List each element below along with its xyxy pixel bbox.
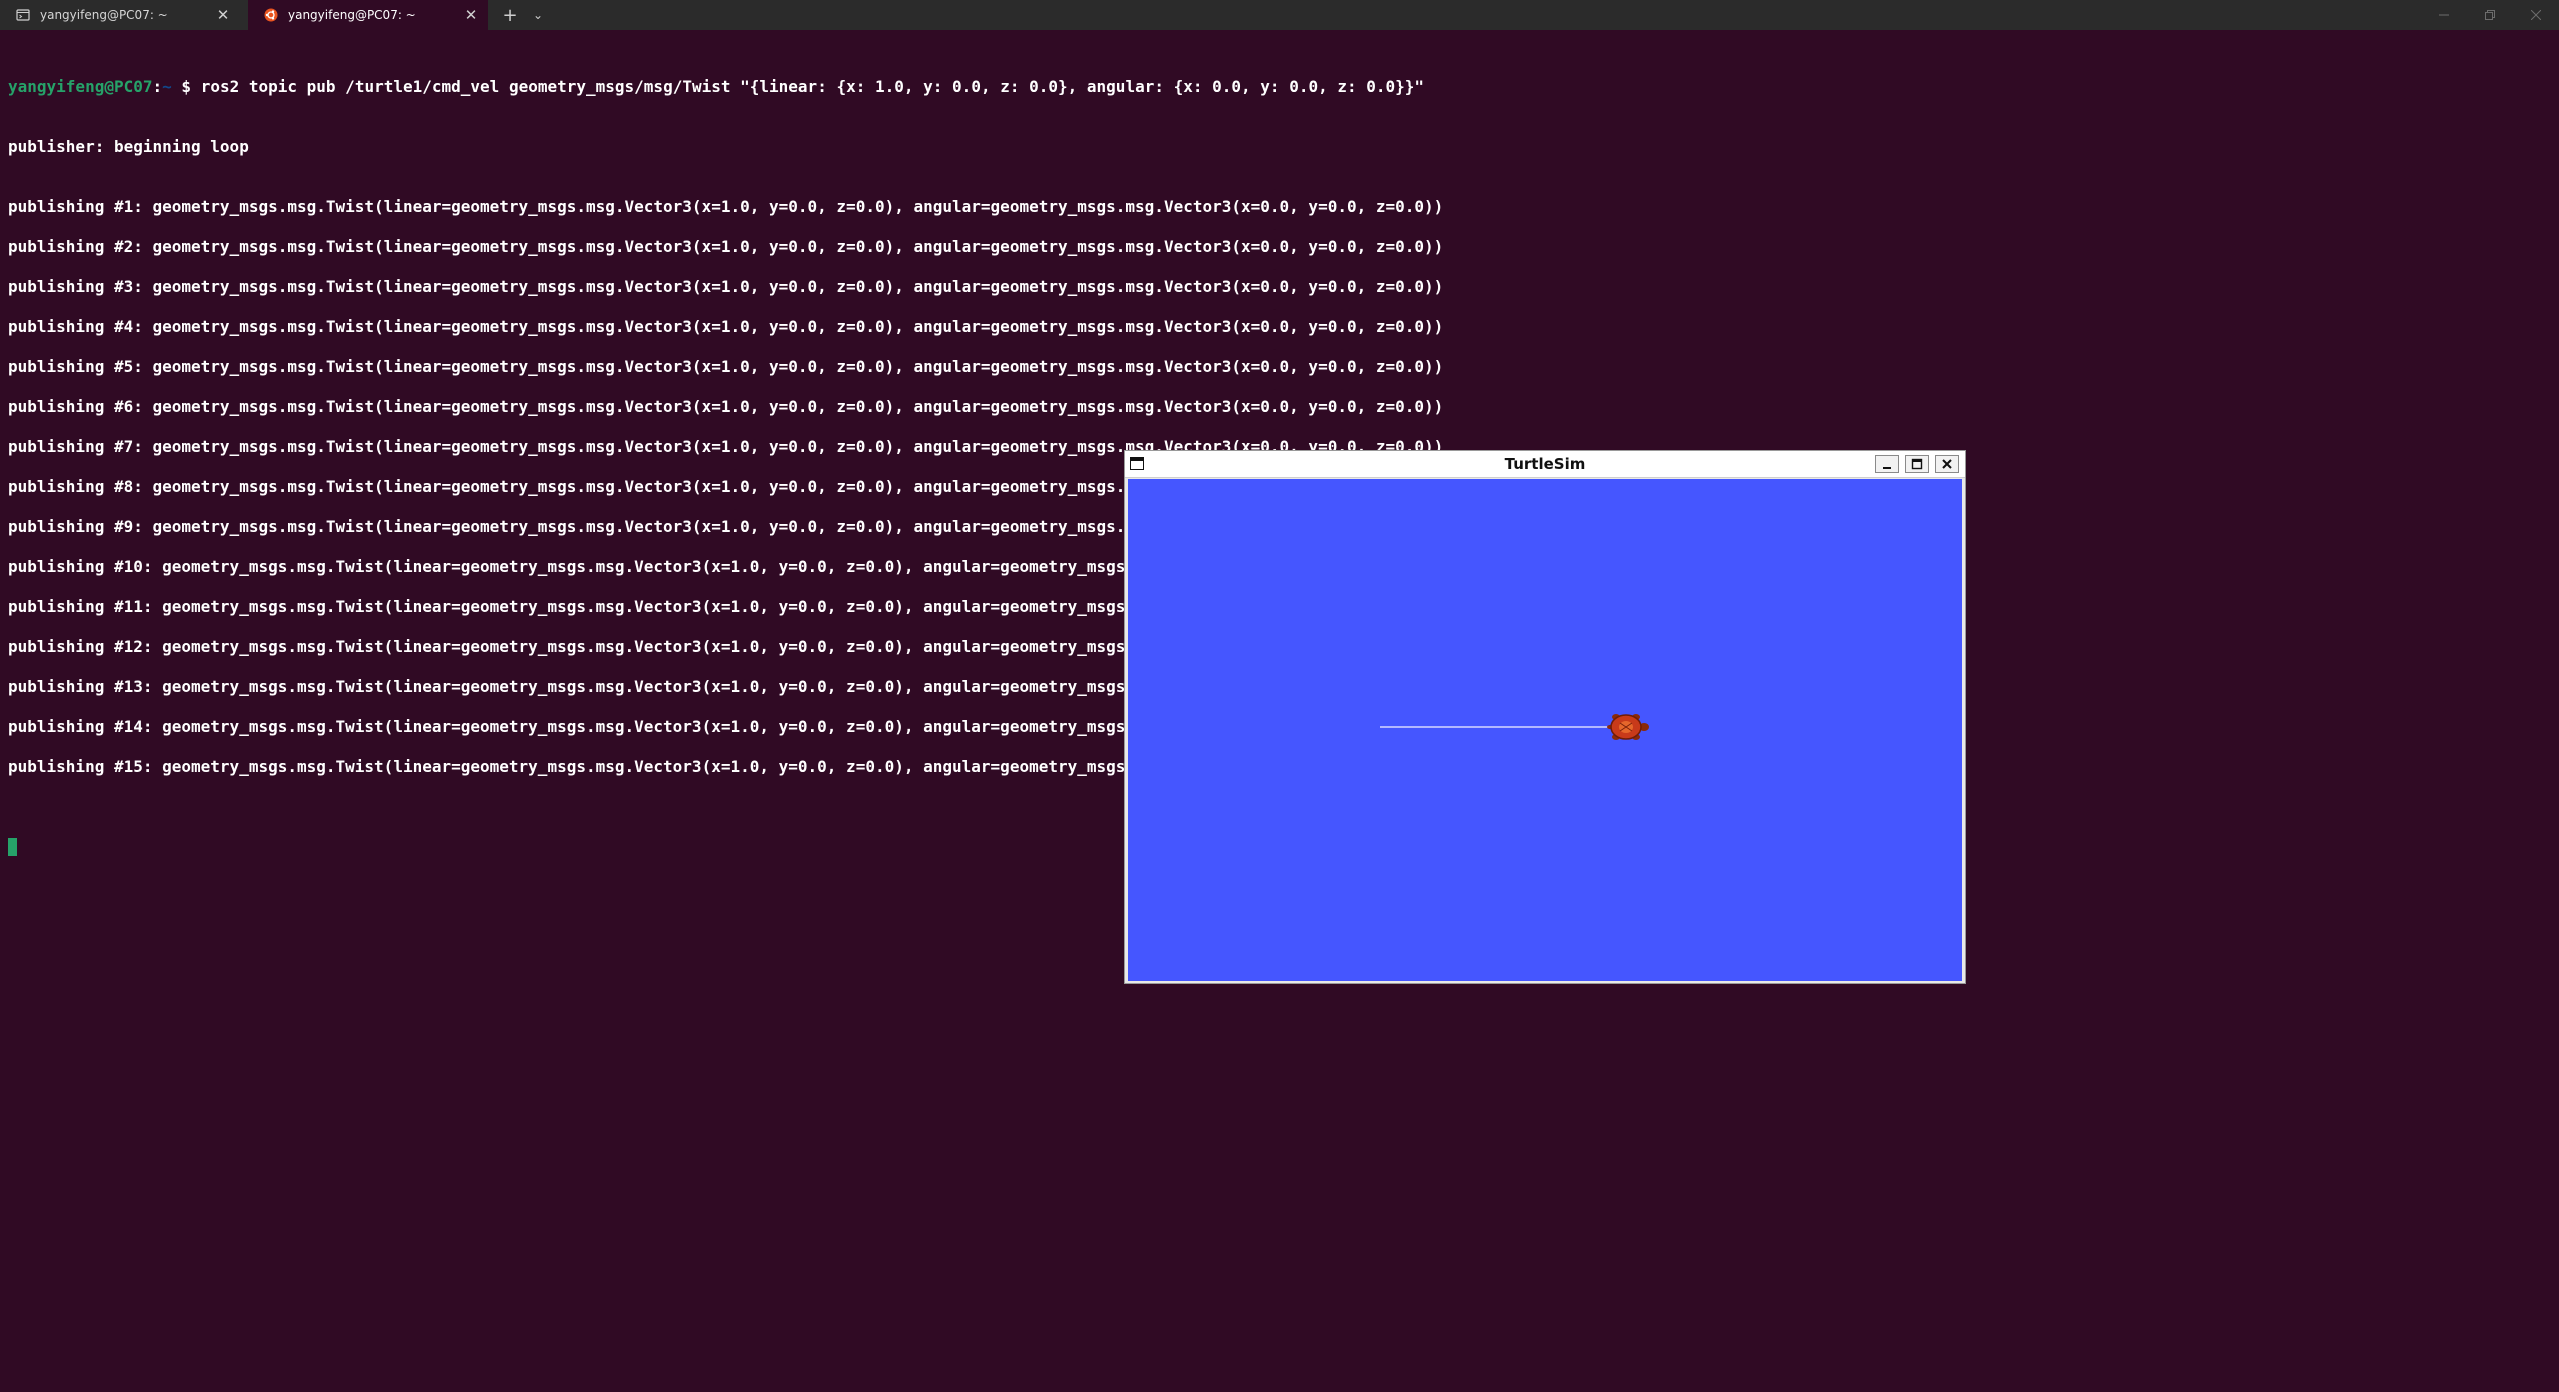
command-line: yangyifeng@PC07:~ $ ros2 topic pub /turt… <box>8 77 1453 97</box>
close-button[interactable] <box>1935 455 1959 473</box>
new-tab-button[interactable]: + <box>496 0 524 30</box>
tab-terminal-2[interactable]: yangyifeng@PC07: ~ ✕ <box>248 0 488 30</box>
terminal-icon <box>16 9 30 21</box>
maximize-button[interactable] <box>1905 455 1929 473</box>
command-text: $ ros2 topic pub /turtle1/cmd_vel geomet… <box>181 77 1425 96</box>
publish-log-line: publishing #2: geometry_msgs.msg.Twist(l… <box>8 237 1444 256</box>
close-icon[interactable]: ✕ <box>212 4 234 26</box>
window-title: TurtleSim <box>1504 455 1586 473</box>
window-controls <box>2421 0 2559 30</box>
publish-log-line: publishing #1: geometry_msgs.msg.Twist(l… <box>8 197 1444 216</box>
tab-terminal-1[interactable]: yangyifeng@PC07: ~ ✕ <box>0 0 240 30</box>
minimize-icon <box>1883 467 1891 469</box>
turtle-drawing <box>1380 714 1649 740</box>
status-line: publisher: beginning loop <box>8 137 249 156</box>
close-window-icon[interactable] <box>2513 0 2559 30</box>
prompt-separator: : <box>152 77 163 96</box>
turtle-icon <box>1607 714 1649 740</box>
maximize-icon <box>1911 458 1923 470</box>
chevron-down-icon[interactable]: ⌄ <box>524 0 552 30</box>
minimize-button[interactable] <box>1875 455 1899 473</box>
publish-log-line: publishing #4: geometry_msgs.msg.Twist(l… <box>8 317 1444 336</box>
tab-title: yangyifeng@PC07: ~ <box>288 8 416 22</box>
close-icon <box>1942 459 1952 469</box>
turtlesim-titlebar[interactable]: TurtleSim <box>1125 451 1965 478</box>
prompt-path: ~ <box>162 77 172 96</box>
turtlesim-window[interactable]: TurtleSim <box>1124 450 1966 984</box>
close-icon[interactable]: ✕ <box>460 4 482 26</box>
text-cursor <box>8 838 17 856</box>
publish-log-line: publishing #6: geometry_msgs.msg.Twist(l… <box>8 397 1444 416</box>
restore-icon[interactable] <box>2467 0 2513 30</box>
turtlesim-canvas <box>1128 479 1962 981</box>
tab-bar: yangyifeng@PC07: ~ ✕ yangyifeng@PC07: ~ … <box>0 0 2559 30</box>
publish-log-line: publishing #3: geometry_msgs.msg.Twist(l… <box>8 277 1444 296</box>
publish-log-line: publishing #5: geometry_msgs.msg.Twist(l… <box>8 357 1444 376</box>
prompt-user: yangyifeng@PC07 <box>8 77 153 96</box>
tab-title: yangyifeng@PC07: ~ <box>40 8 168 22</box>
ubuntu-icon <box>264 8 278 22</box>
minimize-icon[interactable] <box>2421 0 2467 30</box>
